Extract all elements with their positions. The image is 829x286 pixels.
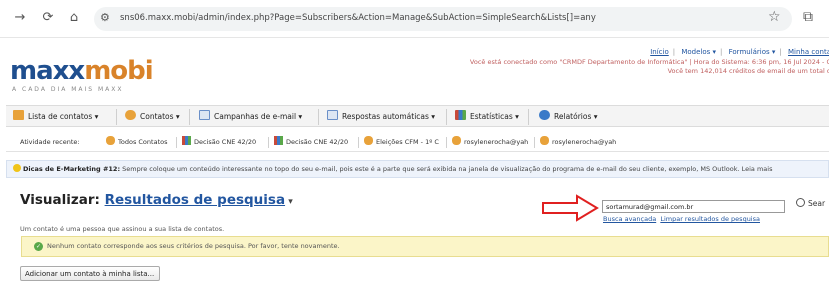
recent-activity-label: Atividade recente: xyxy=(20,138,80,146)
recent-item[interactable]: rosylenerocha@yah xyxy=(452,136,528,148)
link-minha-conta[interactable]: Minha conta xyxy=(788,48,829,56)
search-input[interactable] xyxy=(602,200,785,213)
menu-contatos[interactable]: Contatos ▾ xyxy=(122,109,183,125)
search-icon xyxy=(796,198,805,207)
stats-icon xyxy=(455,110,466,120)
contacts-icon xyxy=(125,110,136,120)
session-status: Você está conectado como "CRMDF Departam… xyxy=(470,58,829,76)
stats-icon xyxy=(182,136,191,145)
tagline: A CADA DIA MAIS MAXX xyxy=(12,86,124,93)
site-settings-icon[interactable]: ⚙ xyxy=(100,11,110,24)
email-icon xyxy=(199,110,210,120)
recent-item[interactable]: Eleições CFM - 1º C xyxy=(364,136,439,148)
notice-text: Nenhum contato corresponde aos seus crit… xyxy=(47,242,340,250)
menu-campanhas[interactable]: Campanhas de e-mail ▾ xyxy=(196,109,305,125)
recent-activity-bar: Atividade recente: Todos Contatos Decisã… xyxy=(6,134,829,152)
menu-estatisticas[interactable]: Estatísticas ▾ xyxy=(452,109,522,125)
link-inicio[interactable]: Início xyxy=(650,48,669,56)
menu-label: Relatórios ▾ xyxy=(554,112,598,121)
chevron-down-icon[interactable]: ▾ xyxy=(285,197,293,207)
logo-accent: mobi xyxy=(84,56,153,86)
title-prefix: Visualizar: xyxy=(20,192,105,208)
search-links: Busca avançada Limpar resultados de pesq… xyxy=(603,215,760,223)
url-text[interactable]: sns06.maxx.mobi/admin/index.php?Page=Sub… xyxy=(120,13,596,23)
link-modelos[interactable]: Modelos ▾ xyxy=(681,48,716,56)
address-bar[interactable]: ⚙ sns06.maxx.mobi/admin/index.php?Page=S… xyxy=(94,7,792,31)
logo[interactable]: maxxmobi xyxy=(10,56,154,86)
reload-icon[interactable]: ⟳ xyxy=(38,8,58,28)
contacts-icon xyxy=(540,136,549,145)
page-title: Visualizar: Resultados de pesquisa ▾ xyxy=(20,192,293,208)
contacts-icon xyxy=(106,136,115,145)
advanced-search-link[interactable]: Busca avançada xyxy=(603,215,656,223)
status-line-2: Você tem 142,014 créditos de email de um… xyxy=(667,67,829,75)
home-icon[interactable]: ⌂ xyxy=(64,8,84,28)
no-results-notice: ✓ Nenhum contato corresponde aos seus cri… xyxy=(21,236,829,257)
menu-respostas-automaticas[interactable]: Respostas automáticas ▾ xyxy=(324,109,438,125)
menu-label: Contatos ▾ xyxy=(140,112,180,121)
lightbulb-icon xyxy=(13,164,21,172)
page-description: Um contato é uma pessoa que assinou a su… xyxy=(20,225,225,233)
menu-lista-de-contatos[interactable]: Lista de contatos ▾ xyxy=(10,109,101,125)
link-formularios[interactable]: Formulários ▾ xyxy=(729,48,776,56)
view-selector-link[interactable]: Resultados de pesquisa xyxy=(105,192,285,208)
autoresponder-icon xyxy=(327,110,338,120)
clear-search-link[interactable]: Limpar resultados de pesquisa xyxy=(660,215,760,223)
add-contact-button[interactable]: Adicionar um contato à minha lista... xyxy=(20,266,160,281)
contacts-icon xyxy=(452,136,461,145)
menu-label: Lista de contatos ▾ xyxy=(28,112,99,121)
tip-title: Dicas de E-Marketing #12: xyxy=(23,165,121,173)
check-icon: ✓ xyxy=(34,242,43,251)
status-line-1: Você está conectado como "CRMDF Departam… xyxy=(469,58,829,66)
menu-label: Respostas automáticas ▾ xyxy=(342,112,436,121)
browser-toolbar: → ⟳ ⌂ ⚙ sns06.maxx.mobi/admin/index.php?… xyxy=(0,0,829,38)
reports-icon xyxy=(539,110,550,120)
recent-item[interactable]: Todos Contatos xyxy=(106,136,167,148)
bookmark-star-icon[interactable]: ☆ xyxy=(768,9,781,25)
recent-item[interactable]: Decisão CNE 42/20 xyxy=(274,136,348,148)
search-button-label: Sear xyxy=(808,199,826,208)
tip-text: Sempre coloque um conteúdo interessante … xyxy=(120,165,773,173)
stats-icon xyxy=(274,136,283,145)
logo-text: maxx xyxy=(10,56,85,86)
search-button[interactable]: Sear xyxy=(796,198,825,208)
recent-item[interactable]: rosylenerocha@yah xyxy=(540,136,616,148)
menu-label: Campanhas de e-mail ▾ xyxy=(214,112,303,121)
recent-item[interactable]: Decisão CNE 42/20 xyxy=(182,136,256,148)
main-menu: Lista de contatos ▾ Contatos ▾ Campanhas… xyxy=(6,105,829,127)
menu-label: Estatísticas ▾ xyxy=(470,112,519,121)
forward-icon[interactable]: → xyxy=(10,8,30,28)
contacts-icon xyxy=(364,136,373,145)
extensions-icon[interactable]: ⧉ xyxy=(803,9,813,25)
top-links: Início | Modelos ▾ | Formulários ▾ | Minha … xyxy=(650,48,829,56)
red-arrow-annotation xyxy=(542,194,599,222)
menu-relatorios[interactable]: Relatórios ▾ xyxy=(536,109,601,125)
marketing-tip: Dicas de E-Marketing #12: Sempre coloque… xyxy=(6,160,829,178)
list-icon xyxy=(13,110,24,120)
